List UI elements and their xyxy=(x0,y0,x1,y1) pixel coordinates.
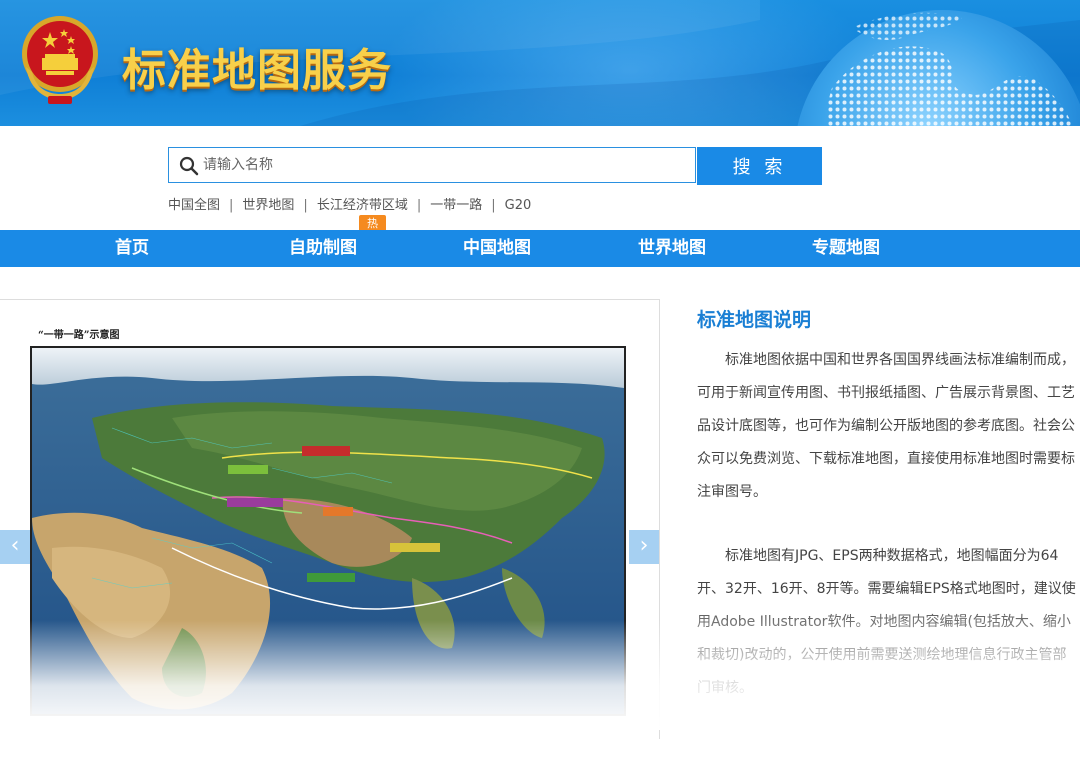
search-button[interactable]: 搜 索 xyxy=(697,147,822,185)
search-input[interactable] xyxy=(203,149,683,181)
national-emblem-icon xyxy=(22,16,98,104)
map-caption: “一带一路”示意图 xyxy=(38,330,120,341)
carousel-next-button[interactable]: › xyxy=(629,530,659,564)
quick-link-world-map[interactable]: 世界地图 xyxy=(242,198,294,213)
search-icon xyxy=(179,156,199,176)
carousel-prev-button[interactable]: ‹ xyxy=(0,530,30,564)
separator: | xyxy=(303,198,308,213)
search-bar xyxy=(168,147,696,183)
site-title: 标准地图服务 xyxy=(122,45,392,96)
main-nav: 首页 自助制图 中国地图 世界地图 专题地图 xyxy=(0,230,1080,267)
chevron-left-icon: ‹ xyxy=(10,533,20,558)
nav-item-world-map[interactable]: 世界地图 xyxy=(597,230,747,267)
quick-link-yangtze-economic-belt[interactable]: 长江经济带区域 xyxy=(317,198,408,213)
description-fade-overlay xyxy=(680,600,1080,720)
map-fade-overlay xyxy=(0,620,660,730)
separator: | xyxy=(416,198,422,213)
separator: | xyxy=(229,198,234,213)
quick-link-china-map[interactable]: 中国全图 xyxy=(168,198,220,213)
separator: | xyxy=(491,198,496,213)
header-banner: 标准地图服务 xyxy=(0,0,1080,126)
quick-links: 中国全图 | 世界地图 | 长江经济带区域 | 一带一路 | G20 xyxy=(168,194,531,213)
nav-item-china-map[interactable]: 中国地图 xyxy=(422,230,572,267)
nav-item-self-service-mapping[interactable]: 自助制图 xyxy=(248,230,398,267)
nav-item-home[interactable]: 首页 xyxy=(57,230,207,267)
description-paragraph: 标准地图依据中国和世界各国国界线画法标准编制而成，可用于新闻宣传用图、书刊报纸插… xyxy=(697,352,1075,500)
quick-link-g20[interactable]: G20 xyxy=(505,198,532,213)
chevron-right-icon: › xyxy=(639,533,649,558)
quick-link-belt-and-road[interactable]: 一带一路 xyxy=(430,198,482,213)
nav-item-thematic-map[interactable]: 专题地图 xyxy=(771,230,921,267)
dotted-globe-icon xyxy=(797,10,1080,126)
description-title: 标准地图说明 xyxy=(697,309,812,331)
